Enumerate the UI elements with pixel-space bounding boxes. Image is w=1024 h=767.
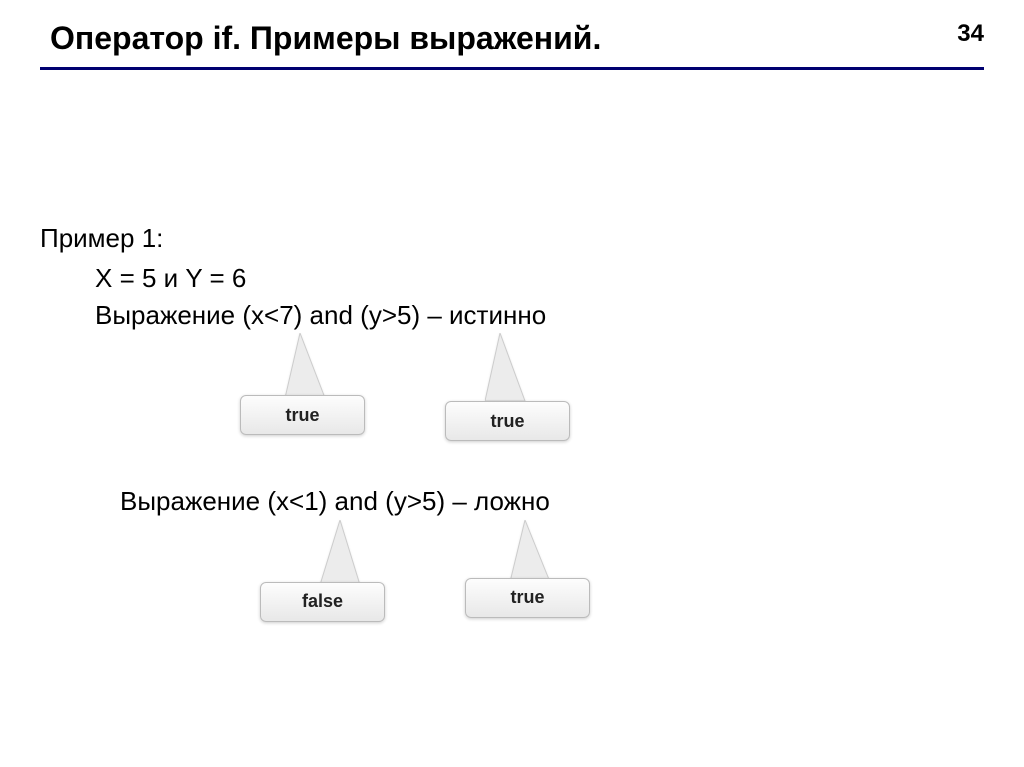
callout-pointer-icon bbox=[485, 333, 535, 403]
callouts-row-1: true true bbox=[40, 333, 984, 463]
example-label: Пример 1: bbox=[40, 220, 984, 256]
callout-box: true bbox=[465, 578, 590, 618]
slide-content: Пример 1: X = 5 и Y = 6 Выражение (x<7) … bbox=[0, 70, 1024, 650]
callout-label: true bbox=[510, 585, 544, 610]
callouts-row-2: false true bbox=[40, 520, 984, 650]
callout-box: true bbox=[240, 395, 365, 435]
callout-pointer-icon bbox=[320, 520, 370, 590]
slide-title: Оператор if. Примеры выражений. bbox=[50, 20, 601, 57]
callout-box: false bbox=[260, 582, 385, 622]
expression-2: Выражение (x<1) and (y>5) – ложно bbox=[40, 483, 984, 519]
expression-1: Выражение (x<7) and (y>5) – истинно bbox=[40, 297, 984, 333]
callout-label: false bbox=[302, 589, 343, 614]
callout-box: true bbox=[445, 401, 570, 441]
example-vars: X = 5 и Y = 6 bbox=[40, 260, 984, 296]
callout-label: true bbox=[490, 409, 524, 434]
page-number: 34 bbox=[957, 20, 984, 48]
callout-label: true bbox=[285, 403, 319, 428]
callout-pointer-icon bbox=[280, 333, 330, 403]
